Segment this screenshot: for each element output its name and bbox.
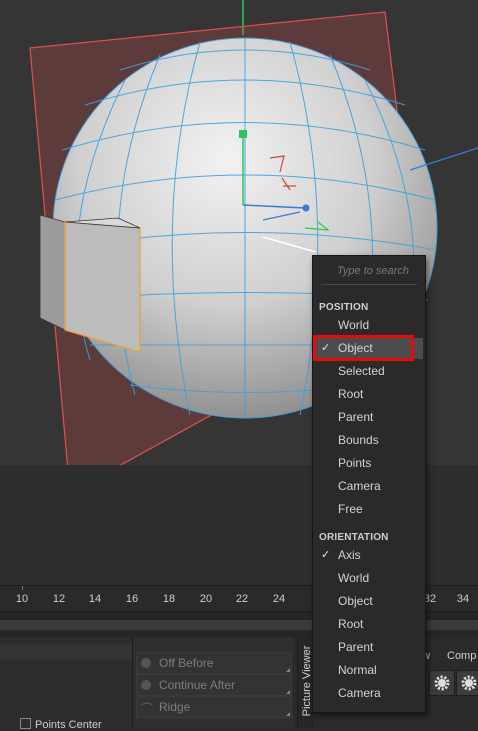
menu-item-label: Axis [338, 548, 361, 562]
position-heading: POSITION [319, 302, 369, 313]
menu-item-label: Parent [338, 640, 374, 654]
option-continue-after[interactable]: Continue After [136, 674, 292, 696]
corner-triangle-icon [286, 712, 290, 716]
panel-header-strip [0, 645, 132, 659]
tab-comp[interactable]: Comp [447, 650, 476, 662]
radio-dot-icon [141, 680, 151, 690]
selected-face[interactable] [64, 221, 141, 353]
option-label: Continue After [159, 678, 236, 692]
option-off-before[interactable]: Off Before [136, 652, 292, 674]
menu-item-position-root[interactable]: Root [315, 384, 423, 405]
tick-18: 18 [162, 593, 176, 605]
menu-item-orientation-normal[interactable]: Normal [315, 660, 423, 681]
tick-12: 12 [52, 593, 66, 605]
attributes-left-panel: Points Center [0, 637, 133, 731]
corner-triangle-icon [286, 690, 290, 694]
menu-item-orientation-root[interactable]: Root [315, 614, 423, 635]
menu-item-position-world[interactable]: World [315, 315, 423, 336]
menu-item-label: Root [338, 387, 364, 401]
checkbox-box[interactable] [20, 718, 31, 729]
menu-item-label: Root [338, 617, 364, 631]
radio-dot-icon [141, 658, 151, 668]
gear-icon [434, 675, 450, 691]
menu-item-orientation-world[interactable]: World [315, 568, 423, 589]
menu-item-orientation-object[interactable]: Object [315, 591, 423, 612]
tick-10: 10 [15, 593, 29, 605]
checkmark-icon: ✓ [321, 549, 331, 561]
menu-item-position-points[interactable]: Points [315, 453, 423, 474]
menu-item-label: World [338, 571, 370, 585]
gizmo-x-handle[interactable] [302, 204, 310, 212]
orientation-heading: ORIENTATION [319, 532, 389, 543]
menu-item-position-free[interactable]: Free [315, 499, 423, 520]
tick-34: 34 [456, 593, 470, 605]
tick-24: 24 [272, 593, 286, 605]
menu-item-position-bounds[interactable]: Bounds [315, 430, 423, 451]
menu-item-label: Free [338, 502, 363, 516]
menu-item-label: Camera [338, 479, 381, 493]
menu-item-label: Selected [338, 364, 385, 378]
gear-button[interactable] [429, 670, 455, 696]
corner-triangle-icon [286, 668, 290, 672]
attributes-options-panel: Off Before Continue After ⌒ Ridge [133, 637, 293, 728]
menu-item-orientation-camera[interactable]: Camera [315, 683, 423, 704]
tick-14: 14 [88, 593, 102, 605]
tick-mark [22, 586, 23, 590]
axis-mode-popup-menu: POSITION World ✓ Object Selected Root Pa… [312, 255, 429, 713]
menu-item-position-camera[interactable]: Camera [315, 476, 423, 497]
option-label: Off Before [159, 656, 214, 670]
points-center-label: Points Center [35, 719, 102, 731]
menu-item-label: Points [338, 456, 372, 470]
tick-16: 16 [125, 593, 139, 605]
menu-item-label: Object [338, 594, 373, 608]
gear-button-2[interactable] [456, 670, 478, 696]
menu-search-input[interactable] [321, 261, 429, 281]
menu-item-label: Normal [338, 663, 377, 677]
tick-22: 22 [235, 593, 249, 605]
extruded-side-face [39, 214, 66, 331]
gear-icon [461, 675, 477, 691]
highlight-annotation-box [313, 335, 414, 361]
menu-item-label: World [338, 318, 370, 332]
points-center-checkbox[interactable]: Points Center [20, 718, 102, 731]
menu-item-position-parent[interactable]: Parent [315, 407, 423, 428]
menu-item-orientation-axis[interactable]: ✓ Axis [315, 545, 423, 566]
curve-icon: ⌒ [141, 702, 154, 716]
menu-item-orientation-parent[interactable]: Parent [315, 637, 423, 658]
option-ridge[interactable]: ⌒ Ridge [136, 696, 292, 718]
gizmo-y-handle[interactable] [239, 130, 247, 138]
tick-20: 20 [199, 593, 213, 605]
menu-search-field[interactable] [321, 261, 429, 285]
menu-item-label: Camera [338, 686, 381, 700]
menu-item-position-selected[interactable]: Selected [315, 361, 423, 382]
menu-item-label: Parent [338, 410, 374, 424]
option-label: Ridge [159, 700, 191, 714]
menu-item-label: Bounds [338, 433, 379, 447]
